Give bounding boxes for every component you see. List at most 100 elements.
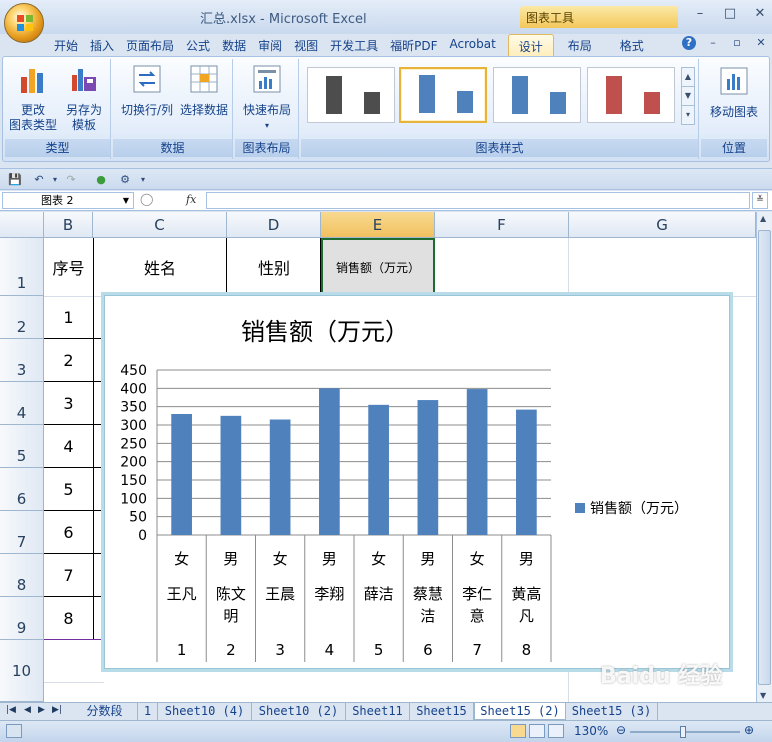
index-cell[interactable]: 1 [44,296,93,339]
row-header-6[interactable]: 6 [0,468,44,511]
styles-scroll-down-icon[interactable]: ▼ [682,87,694,106]
last-sheet-icon[interactable]: ▶| [52,705,62,715]
save-as-template-button[interactable]: 另存为 模板 [59,63,109,133]
row-header-2[interactable]: 2 [0,296,44,339]
vertical-scrollbar[interactable]: ▲ ▼ [756,212,772,702]
switch-row-column-button[interactable]: 切换行/列 [117,63,177,118]
macro-record-icon[interactable] [6,724,22,738]
redo-icon[interactable]: ↷ [62,171,80,189]
row-header-8[interactable]: 8 [0,554,44,597]
sheet-tab[interactable]: Sheet15 (3) [566,703,658,720]
row-header-1[interactable]: 1 [0,238,44,296]
zoom-out-icon[interactable]: ⊖ [616,723,626,737]
workbook-close-icon[interactable]: ✕ [754,36,768,50]
formula-expand-icon[interactable]: ≚ [752,192,768,209]
close-button[interactable]: ✕ [752,6,768,22]
scroll-down-icon[interactable]: ▼ [760,691,766,700]
select-data-button[interactable]: 选择数据 [177,63,231,118]
index-cell[interactable]: 8 [44,597,93,640]
maximize-button[interactable]: □ [722,6,738,22]
column-header-g[interactable]: G [569,212,756,238]
index-cell[interactable]: 7 [44,554,93,597]
index-cell[interactable]: 2 [44,339,93,382]
chart-style-2[interactable] [399,67,487,123]
first-sheet-icon[interactable]: |◀ [6,705,16,715]
tab-design[interactable]: 设计 [507,34,554,56]
header-sales[interactable]: 销售额（万元） [321,238,435,296]
chart-plot-area[interactable]: 0 50 100 150 200 250 300 350 400 450 女王凡 1 男陈文明 2 女王晨 3… [105,296,565,670]
column-header-d[interactable]: D [227,212,321,238]
tab-insert[interactable]: 插入 [84,34,120,56]
chart-styles-scroll[interactable]: ▲ ▼ ▾ [681,67,695,125]
tab-review[interactable]: 审阅 [252,34,288,56]
embedded-chart[interactable]: 销售额（万元） 0 50 100 150 200 250 300 350 400 450 女王凡 1 男… [101,292,733,672]
sheet-tab[interactable]: Sheet11 [346,703,410,720]
ribbon-restore-icon[interactable]: ▫ [730,36,744,50]
scroll-thumb[interactable] [758,230,771,685]
row-header-9[interactable]: 9 [0,597,44,640]
format-icon[interactable]: ⚙ [116,171,134,189]
index-cell[interactable]: 3 [44,382,93,425]
index-cell[interactable]: 6 [44,511,93,554]
move-chart-button[interactable]: 移动图表 [703,65,765,120]
tab-home[interactable]: 开始 [48,34,84,56]
zoom-slider[interactable] [630,726,740,738]
cancel-formula-icon[interactable]: ◯ [140,192,153,206]
row-header-3[interactable]: 3 [0,339,44,382]
row-header-4[interactable]: 4 [0,382,44,425]
prev-sheet-icon[interactable]: ◀ [24,705,31,715]
column-header-f[interactable]: F [435,212,569,238]
header-index[interactable]: 序号 [44,238,93,296]
index-cell[interactable]: 4 [44,425,93,468]
tab-acrobat[interactable]: Acrobat [444,34,502,56]
tab-data[interactable]: 数据 [216,34,252,56]
sheet-tab[interactable]: 1 [138,703,158,720]
select-all-corner[interactable] [0,212,44,238]
row-header-10[interactable]: 10 [0,640,44,702]
index-cell[interactable]: 5 [44,468,93,511]
tab-format[interactable]: 格式 [606,34,658,56]
save-icon[interactable]: 💾 [6,171,24,189]
header-gender[interactable]: 性别 [227,238,321,296]
sheet-tab-active[interactable]: Sheet15 (2) [474,703,566,720]
sheet-tab[interactable]: Sheet15 [410,703,474,720]
column-header-b[interactable]: B [44,212,93,238]
tab-formulas[interactable]: 公式 [180,34,216,56]
chart-style-4[interactable] [587,67,675,123]
tab-view[interactable]: 视图 [288,34,324,56]
quick-layout-button[interactable]: 快速布局 ▾ [239,63,295,133]
minimize-button[interactable]: – [692,6,708,22]
sheet-tab[interactable]: Sheet10 (2) [252,703,346,720]
row-header-7[interactable]: 7 [0,511,44,554]
next-sheet-icon[interactable]: ▶ [38,705,45,715]
customize-qat-icon[interactable]: ▾ [134,171,152,189]
chart-style-3[interactable] [493,67,581,123]
tab-developer[interactable]: 开发工具 [324,34,384,56]
name-box[interactable]: 图表 2 ▼ [2,192,134,209]
office-button[interactable] [4,3,44,43]
tab-foxit-pdf[interactable]: 福昕PDF [384,34,443,56]
insert-function-button[interactable]: fx [186,193,196,206]
column-header-c[interactable]: C [93,212,227,238]
change-chart-type-button[interactable]: 更改 图表类型 [9,63,57,133]
scroll-up-icon[interactable]: ▲ [760,214,766,223]
zoom-level[interactable]: 130% [574,724,608,738]
sheet-tab[interactable]: Sheet10 (4) [158,703,252,720]
row-header-5[interactable]: 5 [0,425,44,468]
page-layout-view-icon[interactable] [529,724,545,738]
zoom-in-icon[interactable]: ⊕ [744,723,754,737]
sheet-tab[interactable]: 分数段 [72,703,138,720]
refresh-icon[interactable]: ● [92,171,110,189]
formula-input[interactable] [206,192,750,209]
zoom-thumb[interactable] [680,726,686,738]
column-header-e[interactable]: E [321,212,435,238]
styles-more-icon[interactable]: ▾ [682,106,694,125]
styles-scroll-up-icon[interactable]: ▲ [682,68,694,87]
help-icon[interactable]: ? [682,36,696,50]
chart-style-1[interactable] [307,67,395,123]
ribbon-minimize-icon[interactable]: – [706,36,720,50]
name-box-dropdown-icon[interactable]: ▼ [123,193,129,208]
page-break-view-icon[interactable] [548,724,564,738]
chart-legend[interactable]: 销售额（万元） [575,498,688,518]
tab-page-layout[interactable]: 页面布局 [120,34,180,56]
